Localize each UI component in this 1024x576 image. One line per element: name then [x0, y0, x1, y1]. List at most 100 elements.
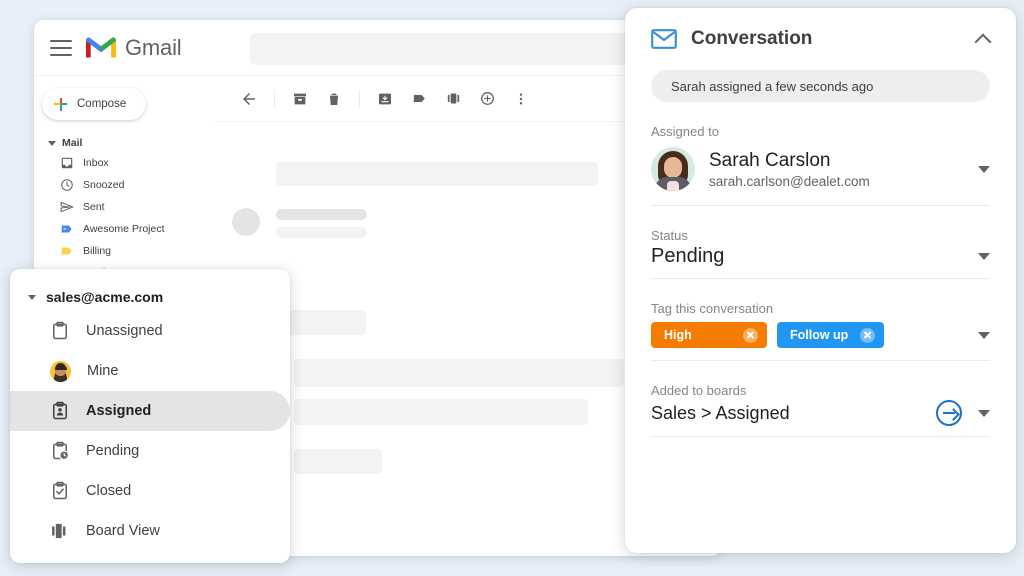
clipboard-icon: [53, 321, 67, 340]
back-button[interactable]: [232, 82, 266, 116]
mailbox-item-assigned[interactable]: Assigned: [10, 391, 290, 431]
mailbox-item-board-view[interactable]: Board View: [10, 511, 290, 551]
gmail-header: Gmail: [34, 20, 722, 76]
delete-button[interactable]: [317, 82, 351, 116]
chevron-down-icon: [28, 294, 36, 300]
content-placeholder: [294, 359, 624, 387]
content-placeholder: [276, 227, 367, 238]
assignee-name: Sarah Carslon: [709, 150, 831, 172]
close-icon[interactable]: [860, 327, 876, 343]
label-button[interactable]: [402, 82, 436, 116]
boards-field[interactable]: Sales > Assigned: [651, 398, 990, 437]
avatar-placeholder: [232, 208, 260, 236]
mail-section-label: Mail: [62, 137, 83, 149]
mailbox-item-unassigned[interactable]: Unassigned: [10, 311, 290, 351]
chevron-down-icon[interactable]: [978, 331, 990, 339]
inbox-icon: [61, 157, 73, 169]
label-icon: [61, 225, 72, 233]
account-header[interactable]: sales@acme.com: [10, 283, 290, 311]
chevron-up-icon[interactable]: [976, 32, 990, 46]
avatar: [651, 147, 695, 191]
tags-label: Tag this conversation: [651, 301, 774, 316]
chevron-down-icon[interactable]: [978, 253, 990, 260]
assignee-email: sarah.carlson@dealet.com: [709, 173, 870, 189]
status-label: Status: [651, 228, 688, 243]
add-task-button[interactable]: [470, 82, 504, 116]
add-task-icon: [480, 92, 494, 105]
content-placeholder: [294, 399, 588, 425]
mailbox-item-label: Mine: [87, 363, 119, 379]
board-view-icon: [52, 523, 66, 539]
mailbox-dropdown: sales@acme.com Unassigned Mine Assigned: [10, 269, 290, 563]
conversation-header: Conversation: [651, 8, 990, 70]
clipboard-clock-icon: [53, 441, 68, 460]
envelope-icon: [651, 29, 677, 49]
content-placeholder: [294, 449, 382, 474]
clipboard-check-icon: [53, 481, 67, 500]
sidebar-item-inbox[interactable]: Inbox: [34, 152, 214, 174]
tag-chip-high[interactable]: High: [651, 322, 767, 348]
activity-banner: Sarah assigned a few seconds ago: [651, 70, 990, 102]
sidebar-label: Snoozed: [83, 179, 125, 191]
sidebar-item-awesome-project[interactable]: Awesome Project: [34, 218, 214, 240]
user-avatar-icon: [50, 360, 71, 382]
tags-field[interactable]: High Follow up: [651, 316, 990, 361]
more-options-icon: [519, 92, 523, 105]
plus-icon: [54, 97, 67, 111]
mail-section-header[interactable]: Mail: [34, 134, 214, 152]
chevron-down-icon: [48, 140, 56, 146]
sidebar-item-sent[interactable]: Sent: [34, 196, 214, 218]
tag-chip-follow-up[interactable]: Follow up: [777, 322, 885, 348]
delete-icon: [330, 93, 338, 105]
mailbox-item-pending[interactable]: Pending: [10, 431, 290, 471]
compose-label: Compose: [77, 98, 127, 110]
move-to-inbox-icon: [379, 93, 391, 104]
mail-section: Mail Inbox Snoozed Sent Awesome Project …: [34, 134, 214, 284]
snooze-button[interactable]: [436, 82, 470, 116]
label-icon: [413, 94, 425, 103]
account-email: sales@acme.com: [46, 289, 164, 305]
mailbox-item-label: Board View: [86, 523, 160, 539]
chevron-down-icon[interactable]: [978, 165, 990, 173]
label-icon: [61, 247, 72, 255]
board-value: Sales > Assigned: [651, 402, 790, 423]
compose-button[interactable]: Compose: [42, 88, 146, 120]
chevron-down-icon[interactable]: [978, 409, 990, 417]
snooze-icon: [447, 93, 459, 104]
sidebar-label: Awesome Project: [83, 223, 165, 235]
mailbox-item-label: Assigned: [86, 403, 152, 419]
mailbox-item-label: Pending: [86, 443, 140, 459]
archive-button[interactable]: [283, 82, 317, 116]
assignee-meta: Sarah Carslon sarah.carlson@dealet.com: [709, 149, 964, 189]
sidebar-item-billing[interactable]: Billing: [34, 240, 214, 262]
sidebar-label: Sent: [83, 201, 105, 213]
boards-label: Added to boards: [651, 383, 747, 398]
status-field[interactable]: Pending: [651, 243, 990, 279]
mailbox-item-mine[interactable]: Mine: [10, 351, 290, 391]
assigned-to-field[interactable]: Sarah Carslon sarah.carlson@dealet.com: [651, 139, 990, 206]
mailbox-item-label: Closed: [86, 483, 132, 499]
more-options-button[interactable]: [504, 82, 538, 116]
panel-title: Conversation: [691, 28, 813, 49]
move-to-inbox-button[interactable]: [368, 82, 402, 116]
sidebar-label: Inbox: [83, 157, 109, 169]
send-icon: [60, 201, 74, 213]
screenshot-root: Gmail Compose Mail Inbox Snoozed Sent Aw…: [0, 0, 1024, 576]
gmail-wordmark: Gmail: [125, 34, 182, 60]
gmail-m-icon: [86, 37, 116, 58]
arrow-right-circle-icon[interactable]: [936, 400, 962, 426]
sidebar-item-snoozed[interactable]: Snoozed: [34, 174, 214, 196]
hamburger-menu-icon[interactable]: [50, 39, 72, 56]
mailbox-item-closed[interactable]: Closed: [10, 471, 290, 511]
clock-icon: [61, 179, 73, 191]
close-icon[interactable]: [743, 327, 758, 343]
tag-chip-label: Follow up: [790, 328, 849, 342]
content-placeholder: [276, 209, 367, 220]
sidebar-label: Billing: [83, 245, 112, 257]
clipboard-user-icon: [53, 401, 67, 420]
toolbar-divider: [359, 89, 360, 108]
mailbox-item-label: Unassigned: [86, 323, 163, 339]
assigned-to-label: Assigned to: [651, 124, 719, 139]
back-icon: [243, 92, 255, 105]
tag-chip-label: High: [664, 328, 692, 342]
